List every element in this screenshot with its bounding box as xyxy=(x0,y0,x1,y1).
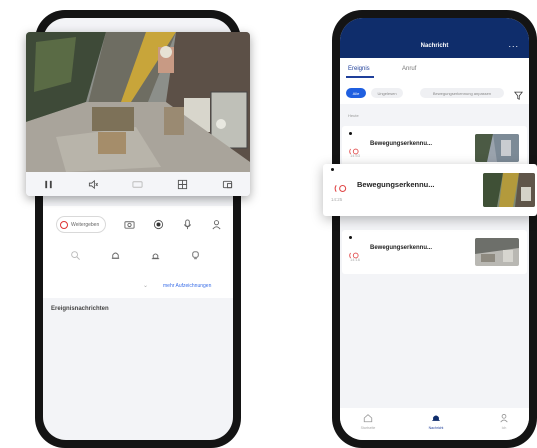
filter-bar: Alle Ungelesen Bewegungserkennung anpass… xyxy=(340,80,529,104)
video-control-bar xyxy=(26,172,250,196)
share-button[interactable]: Weitergeben xyxy=(55,216,107,233)
speaker-icon[interactable] xyxy=(88,179,99,190)
page-title: Nachricht xyxy=(420,43,449,49)
live-controls-panel: Weitergeben ⌄ mehr Aufzeichnungen xyxy=(43,206,233,298)
record-dot-icon xyxy=(59,220,68,229)
unread-dot xyxy=(349,236,352,239)
event-time: 14:25 xyxy=(331,197,343,202)
motion-icon xyxy=(333,180,348,198)
event-time: 14:16 xyxy=(350,257,361,262)
event-time: 14:53 xyxy=(350,153,361,158)
live-secondary-row xyxy=(43,250,233,261)
nav-home-label: Startseite xyxy=(360,426,376,430)
event-thumbnail[interactable] xyxy=(475,238,519,266)
bell-icon xyxy=(432,415,440,421)
event-title: Bewegungserkennu... xyxy=(370,245,433,251)
nav-home[interactable]: Startseite xyxy=(350,413,386,430)
nav-messages[interactable]: Nachricht xyxy=(418,413,454,430)
filter-funnel-icon[interactable] xyxy=(513,87,524,105)
nav-profile[interactable]: Ich xyxy=(486,413,522,430)
home-icon xyxy=(363,414,373,423)
event-thumbnail[interactable] xyxy=(475,134,519,162)
snapshot-icon[interactable] xyxy=(124,219,135,230)
user-icon xyxy=(500,414,508,423)
tab-ereignis[interactable]: Ereignis xyxy=(348,66,370,72)
unread-dot xyxy=(349,132,352,135)
light-icon[interactable] xyxy=(190,250,201,261)
live-action-row: Weitergeben xyxy=(43,216,233,233)
zoom-icon[interactable] xyxy=(70,250,81,261)
event-item[interactable]: Bewegungserkennu... 14:16 xyxy=(342,230,527,274)
filter-chip-motion[interactable]: Bewegungserkennung anpassen xyxy=(420,88,504,98)
siren-icon[interactable] xyxy=(150,250,161,261)
right-phone-frame: Nachricht ... Ereignis Anruf Alle Ungele… xyxy=(332,10,537,448)
pause-icon[interactable] xyxy=(43,179,54,190)
live-camera-feed xyxy=(26,32,250,172)
microphone-icon[interactable] xyxy=(182,219,193,230)
more-menu-icon[interactable]: ... xyxy=(508,39,519,49)
tab-anruf[interactable]: Anruf xyxy=(402,66,416,72)
event-thumbnail[interactable] xyxy=(483,173,535,207)
bottom-navigation: Startseite Nachricht Ich xyxy=(340,408,529,440)
record-icon[interactable] xyxy=(153,219,164,230)
date-section-label: Heute xyxy=(348,113,359,118)
resolution-icon[interactable] xyxy=(132,179,144,190)
unread-dot xyxy=(331,168,334,171)
filter-chip-all[interactable]: Alle xyxy=(346,88,366,98)
multi-view-icon[interactable] xyxy=(177,179,188,190)
nav-messages-label: Nachricht xyxy=(428,426,444,430)
nav-profile-label: Ich xyxy=(501,426,507,430)
more-recordings-link[interactable]: mehr Aufzeichnungen xyxy=(163,283,211,289)
event-item-highlighted[interactable]: Bewegungserkennu... 14:25 xyxy=(323,164,537,216)
alarm-bell-icon[interactable] xyxy=(110,250,121,261)
event-title: Bewegungserkennu... xyxy=(370,141,433,147)
active-tab-indicator xyxy=(346,76,374,78)
event-notifications-title: Ereignisnachrichten xyxy=(51,306,109,312)
fullscreen-icon[interactable] xyxy=(222,179,233,190)
message-tabs: Ereignis Anruf xyxy=(340,58,529,80)
chevron-down-icon[interactable]: ⌄ xyxy=(143,282,148,289)
share-button-label: Weitergeben xyxy=(70,221,100,228)
filter-chip-unread[interactable]: Ungelesen xyxy=(371,88,403,98)
live-video-window[interactable] xyxy=(26,32,250,196)
right-phone-screen: Nachricht ... Ereignis Anruf Alle Ungele… xyxy=(340,18,529,440)
event-title: Bewegungserkennu... xyxy=(357,180,435,189)
person-icon[interactable] xyxy=(211,219,222,230)
message-header: Nachricht ... xyxy=(340,18,529,58)
